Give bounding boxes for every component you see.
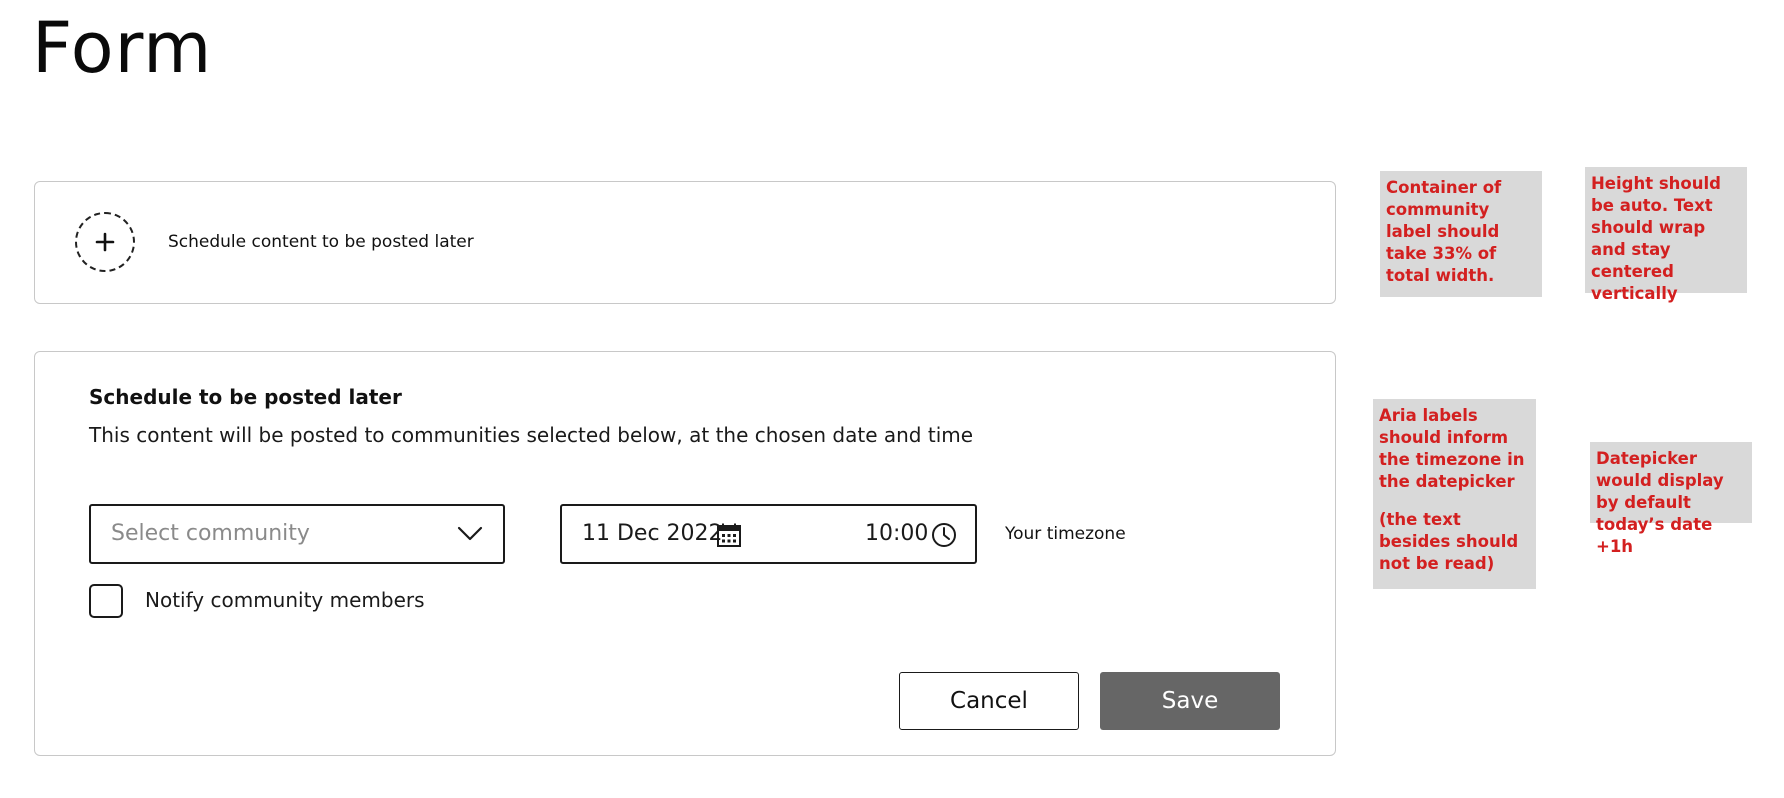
section-description: This content will be posted to communiti… (89, 423, 974, 447)
schedule-later-card-collapsed[interactable]: Schedule content to be posted later (34, 181, 1336, 304)
cancel-button[interactable]: Cancel (899, 672, 1079, 730)
calendar-icon[interactable] (716, 522, 742, 552)
save-button[interactable]: Save (1100, 672, 1280, 730)
annotation-text: (the text besides should not be read) (1379, 510, 1519, 573)
page-title: Form (32, 7, 213, 89)
annotation-text: Height should be auto. Text should wrap … (1591, 174, 1721, 303)
community-select-placeholder: Select community (111, 521, 310, 546)
schedule-later-label: Schedule content to be posted later (168, 232, 474, 252)
annotation-note: Height should be auto. Text should wrap … (1585, 167, 1747, 303)
clock-icon[interactable] (931, 522, 957, 552)
annotation-note: Container of community label should take… (1380, 171, 1542, 297)
schedule-later-card-expanded: Schedule to be posted later This content… (34, 351, 1336, 756)
annotation-text: Datepicker would display by default toda… (1596, 449, 1724, 556)
community-select[interactable]: Select community (89, 504, 505, 564)
timezone-label: Your timezone (1005, 524, 1126, 544)
annotation-text: Container of community label should take… (1386, 178, 1502, 285)
annotation-note: Aria labels should inform the timezone i… (1373, 399, 1536, 589)
date-value[interactable]: 11 Dec 2022 (582, 521, 723, 546)
annotation-text: Aria labels should inform the timezone i… (1379, 406, 1525, 491)
time-value[interactable]: 10:00 (865, 521, 928, 546)
annotation-note: Datepicker would display by default toda… (1590, 442, 1752, 556)
notify-members-label[interactable]: Notify community members (145, 588, 425, 612)
datetime-picker[interactable]: 11 Dec 2022 10:00 (560, 504, 977, 564)
section-title: Schedule to be posted later (89, 385, 402, 409)
notify-members-checkbox[interactable] (89, 584, 123, 618)
chevron-down-icon (457, 526, 483, 546)
plus-icon[interactable] (75, 212, 135, 272)
